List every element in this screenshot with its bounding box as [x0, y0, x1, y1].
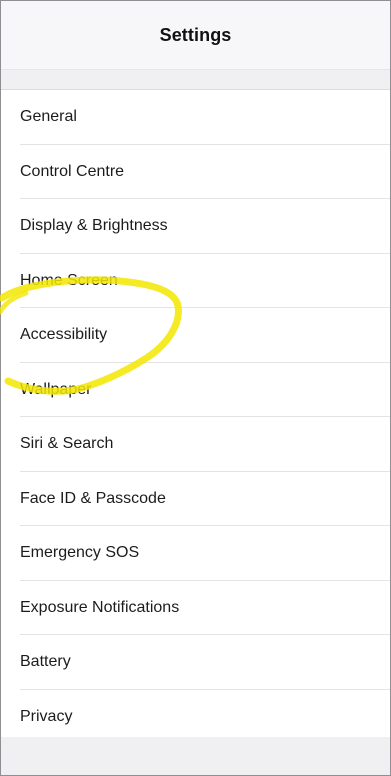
settings-item-label: Accessibility: [20, 326, 108, 344]
settings-item-siri-search[interactable]: Siri & Search: [1, 417, 390, 472]
settings-item-general[interactable]: General: [1, 90, 390, 145]
settings-item-label: Privacy: [20, 707, 73, 725]
settings-item-label: Exposure Notifications: [20, 598, 180, 616]
settings-item-label: Emergency SOS: [20, 544, 140, 562]
settings-item-emergency-sos[interactable]: Emergency SOS: [1, 526, 390, 581]
settings-item-display-brightness[interactable]: Display & Brightness: [1, 199, 390, 254]
settings-item-label: Control Centre: [20, 162, 125, 180]
settings-item-label: General: [20, 108, 77, 126]
section-spacer: [1, 69, 390, 89]
navigation-bar: Settings: [1, 1, 390, 69]
settings-item-label: Face ID & Passcode: [20, 489, 166, 507]
settings-item-exposure-notifications[interactable]: Exposure Notifications: [1, 580, 390, 635]
settings-list: General Control Centre Display & Brightn…: [1, 89, 390, 744]
settings-item-accessibility[interactable]: Accessibility: [1, 308, 390, 363]
settings-item-label: Wallpaper: [20, 380, 92, 398]
settings-item-label: Siri & Search: [20, 435, 114, 453]
settings-item-home-screen[interactable]: Home Screen: [1, 253, 390, 308]
page-title: Settings: [159, 24, 232, 45]
settings-item-wallpaper[interactable]: Wallpaper: [1, 362, 390, 417]
settings-screen: Settings General Control Centre Display …: [0, 0, 391, 776]
settings-item-privacy[interactable]: Privacy: [1, 689, 390, 744]
settings-item-face-id-passcode[interactable]: Face ID & Passcode: [1, 471, 390, 526]
settings-item-battery[interactable]: Battery: [1, 635, 390, 690]
settings-item-label: Home Screen: [20, 271, 118, 289]
settings-item-control-centre[interactable]: Control Centre: [1, 144, 390, 199]
settings-item-label: Battery: [20, 653, 71, 671]
settings-item-label: Display & Brightness: [20, 217, 168, 235]
bottom-background: [1, 737, 390, 775]
